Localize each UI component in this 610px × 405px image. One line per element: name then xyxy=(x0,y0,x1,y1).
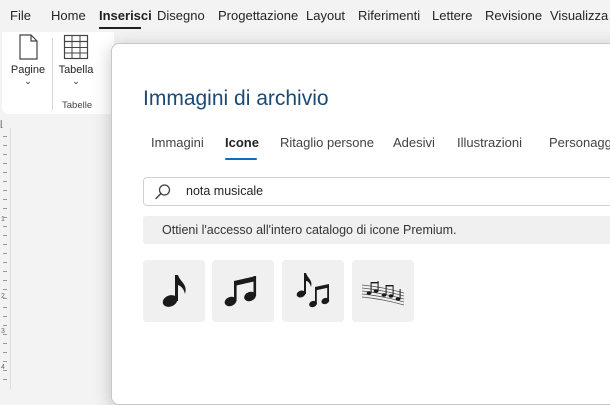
premium-banner: Ottieni l'accesso all'intero catalogo di… xyxy=(143,216,610,244)
menu-riferimenti[interactable]: Riferimenti xyxy=(358,8,420,23)
menu-progettazione[interactable]: Progettazione xyxy=(218,8,298,23)
dialog-title: Immagini di archivio xyxy=(143,87,329,110)
table-label: Tabella xyxy=(58,64,94,76)
ruler-tick xyxy=(3,145,7,146)
menu-revisione[interactable]: Revisione xyxy=(485,8,542,23)
ruler-tick xyxy=(3,235,7,236)
tab-icone[interactable]: Icone xyxy=(225,135,259,150)
music-notes-icon xyxy=(296,273,330,308)
ruler-tick xyxy=(3,379,7,380)
ruler-tick xyxy=(3,289,7,290)
search-box[interactable]: nota musicale xyxy=(143,177,610,206)
result-tile[interactable] xyxy=(352,260,414,322)
pages-button[interactable]: Pagine ⌄ xyxy=(8,34,48,86)
tab-ritaglio-persone[interactable]: Ritaglio persone xyxy=(280,135,374,150)
ruler-tick xyxy=(3,316,7,317)
ruler-tick xyxy=(3,154,7,155)
search-icon xyxy=(155,184,171,200)
tab-illustrazioni[interactable]: Illustrazioni xyxy=(457,135,522,150)
ruler-tick xyxy=(3,226,7,227)
ruler-tick xyxy=(3,172,7,173)
music-staff-icon xyxy=(361,281,405,306)
eighth-note-icon xyxy=(162,275,186,307)
ruler-tick xyxy=(3,190,7,191)
ruler-tick xyxy=(3,199,7,200)
menu-home[interactable]: Home xyxy=(51,8,86,23)
vertical-ruler: 1 2 3 4 xyxy=(0,128,11,389)
ruler-tick xyxy=(3,370,7,371)
premium-banner-text: Ottieni l'accesso all'intero catalogo di… xyxy=(162,223,457,237)
ribbon-panel: Pagine ⌄ Tabella ⌄ Tabelle xyxy=(2,32,114,114)
table-button[interactable]: Tabella ⌄ xyxy=(56,34,96,86)
ruler-tick xyxy=(3,352,7,353)
chevron-down-icon: ⌄ xyxy=(72,76,80,86)
menu-inserisci[interactable]: Inserisci xyxy=(99,8,152,23)
ruler-tick xyxy=(3,343,7,344)
ruler-tick xyxy=(3,298,7,299)
search-input[interactable]: nota musicale xyxy=(186,178,263,205)
ruler-tick xyxy=(3,262,7,263)
chevron-down-icon: ⌄ xyxy=(24,76,32,86)
tab-adesivi[interactable]: Adesivi xyxy=(393,135,435,150)
menu-bar: File Home Inserisci Disegno Progettazion… xyxy=(0,0,610,32)
page-icon xyxy=(19,34,38,60)
result-tile[interactable] xyxy=(212,260,274,322)
menu-visualizza[interactable]: Visualizza xyxy=(550,8,608,23)
result-tile[interactable] xyxy=(282,260,344,322)
ribbon-group-label: Tabelle xyxy=(62,100,93,111)
ruler-tick xyxy=(3,271,7,272)
ruler-tick xyxy=(3,217,7,218)
ruler-tick xyxy=(3,307,7,308)
menu-file[interactable]: File xyxy=(10,8,31,23)
beamed-eighth-notes-icon xyxy=(224,276,257,307)
ruler-tick xyxy=(3,334,7,335)
ruler-tick xyxy=(3,280,7,281)
menu-disegno[interactable]: Disegno xyxy=(157,8,205,23)
stock-images-dialog: Immagini di archivio Immagini Icone Rita… xyxy=(111,43,610,405)
menu-lettere[interactable]: Lettere xyxy=(432,8,472,23)
ruler-tick xyxy=(3,253,7,254)
ruler-tick xyxy=(3,325,7,326)
pages-label: Pagine xyxy=(10,64,46,76)
ruler-tick xyxy=(3,163,7,164)
tab-immagini[interactable]: Immagini xyxy=(151,135,204,150)
menu-layout[interactable]: Layout xyxy=(306,8,345,23)
ruler-tick xyxy=(3,244,7,245)
tab-personaggi[interactable]: Personaggi xyxy=(549,135,610,150)
active-tab-indicator xyxy=(225,158,257,160)
ruler-tick xyxy=(3,208,7,209)
ruler-tick xyxy=(3,361,7,362)
ribbon-separator xyxy=(52,38,53,110)
ruler-tick xyxy=(3,181,7,182)
result-tile[interactable] xyxy=(143,260,205,322)
active-menu-underline xyxy=(99,27,141,29)
ruler-tick xyxy=(3,136,7,137)
table-icon xyxy=(63,34,89,60)
